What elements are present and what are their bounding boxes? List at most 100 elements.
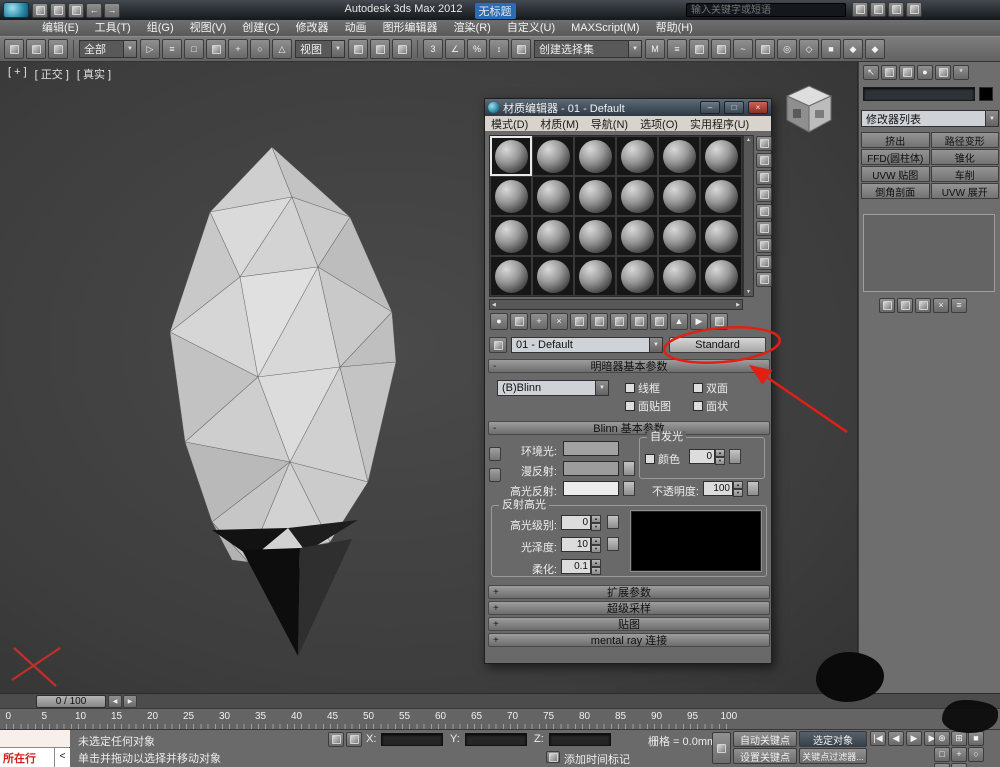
maxscript-mini-listener[interactable]: 所在行 < [0, 730, 70, 767]
rollout-shader-basic[interactable]: - 明暗器基本参数 [488, 359, 770, 373]
listener-expand-button[interactable]: < [55, 748, 70, 767]
self-illum-spinner[interactable]: ▲ ▼ [715, 449, 725, 465]
add-time-tag[interactable]: 添加时间标记 [564, 751, 630, 767]
reference-coordinate-combo[interactable]: 视图 ▼ [295, 40, 345, 58]
matedit-menu-utilities[interactable]: 实用程序(U) [684, 116, 755, 132]
object-name-field[interactable] [863, 87, 975, 101]
diffuse-map-button[interactable] [623, 461, 635, 476]
menu-rendering[interactable]: 渲染(R) [446, 20, 499, 36]
menu-modifiers[interactable]: 修改器 [288, 20, 337, 36]
open-file-icon[interactable] [50, 2, 66, 18]
show-map-icon[interactable] [630, 313, 648, 330]
chevron-down-icon[interactable]: ▼ [985, 111, 998, 126]
material-editor-titlebar[interactable]: 材质编辑器 - 01 - Default – □ × [485, 99, 771, 116]
modifier-preset-button[interactable]: 路径变形 [930, 132, 999, 148]
select-by-material-icon[interactable] [756, 255, 772, 270]
self-illum-map-button[interactable] [729, 449, 741, 464]
opacity-spinner[interactable]: ▲ ▼ [733, 481, 743, 497]
modifier-preset-button[interactable]: FFD(圆柱体) [861, 149, 930, 165]
face-map-checkbox[interactable]: 面贴图 [625, 398, 671, 414]
faceted-checkbox[interactable]: 面状 [693, 398, 728, 414]
maximize-button[interactable]: □ [724, 101, 744, 114]
x-coordinate-field[interactable] [381, 733, 443, 746]
orbit-icon[interactable]: ○ [968, 747, 984, 762]
key-filters-button[interactable]: 关键点过滤器... [799, 748, 867, 764]
go-forward-icon[interactable]: ▶ [690, 313, 708, 330]
menu-views[interactable]: 视图(V) [182, 20, 235, 36]
opacity-value-field[interactable]: 100 [703, 481, 733, 496]
rendered-frame-icon[interactable]: ■ [821, 39, 841, 59]
modifier-preset-button[interactable]: 锥化 [930, 149, 999, 165]
offset-mode-icon[interactable] [346, 732, 362, 747]
material-slot[interactable] [658, 216, 700, 256]
select-scale-icon[interactable]: △ [272, 39, 292, 59]
soften-spinner[interactable]: ▲ ▼ [591, 559, 601, 575]
show-end-result-stack-icon[interactable] [897, 298, 913, 313]
sample-horizontal-scrollbar[interactable]: ◀ ▶ [489, 299, 743, 310]
3ds-max-logo[interactable] [3, 2, 29, 18]
modifier-preset-button[interactable]: UVW 展开 [930, 183, 999, 199]
menu-group[interactable]: 组(G) [139, 20, 182, 36]
minimize-button[interactable]: – [700, 101, 720, 114]
material-name-combo[interactable]: 01 - Default ▼ [511, 337, 663, 353]
pick-color-dropper-icon[interactable] [489, 337, 507, 353]
material-id-icon[interactable] [610, 313, 628, 330]
select-object-icon[interactable]: ▷ [140, 39, 160, 59]
opacity-map-button[interactable] [747, 481, 759, 496]
reset-map-icon[interactable]: × [550, 313, 568, 330]
rollout-extended-parameters[interactable]: + 扩展参数 [488, 585, 770, 599]
chevron-down-icon[interactable]: ▼ [595, 381, 608, 395]
next-frame-icon[interactable]: ▶ [123, 695, 137, 708]
zoom-extents-icon[interactable]: ■ [968, 731, 984, 746]
zoom-icon[interactable]: ⊕ [934, 731, 950, 746]
viewport-pov-menu[interactable]: [ 正交 ] [35, 66, 69, 82]
keyboard-override-icon[interactable] [392, 39, 412, 59]
z-coordinate-field[interactable] [549, 733, 611, 746]
set-key-button[interactable]: 设置关键点 [733, 748, 797, 764]
material-slot[interactable] [616, 136, 658, 176]
search-input[interactable] [686, 3, 846, 17]
material-slot[interactable] [532, 256, 574, 296]
modifier-list-combo[interactable]: 修改器列表 ▼ [861, 110, 999, 127]
material-slot[interactable] [700, 216, 742, 256]
search-go-icon[interactable] [852, 2, 868, 17]
select-rotate-icon[interactable]: ○ [250, 39, 270, 59]
auto-key-button[interactable]: 自动关键点 [733, 731, 797, 747]
self-illum-value-field[interactable]: 0 [689, 449, 715, 464]
crossing-select-icon[interactable] [206, 39, 226, 59]
wireframe-checkbox[interactable]: 线框 [625, 380, 660, 396]
listener-macro-row[interactable] [0, 730, 70, 747]
scroll-right-icon[interactable]: ▶ [736, 302, 740, 308]
menu-tools[interactable]: 工具(T) [87, 20, 139, 36]
configure-sets-icon[interactable]: ≡ [951, 298, 967, 313]
curve-editor-icon[interactable]: ~ [733, 39, 753, 59]
pick-from-object-icon[interactable] [710, 313, 728, 330]
menu-customize[interactable]: 自定义(U) [499, 20, 563, 36]
self-illum-color-checkbox[interactable]: 颜色 [645, 451, 680, 467]
scroll-down-icon[interactable]: ▼ [746, 289, 751, 295]
object-color-swatch[interactable] [979, 87, 993, 101]
two-sided-checkbox[interactable]: 双面 [693, 380, 728, 396]
track-bar-ruler[interactable]: 0 5 10 15 20 25 30 35 40 45 50 55 60 65 70 75 80 85 90 95 10… [0, 709, 1000, 730]
redo-icon[interactable]: → [104, 2, 120, 18]
put-to-library-icon[interactable] [590, 313, 608, 330]
material-editor-icon[interactable]: ◎ [777, 39, 797, 59]
hierarchy-tab-icon[interactable] [899, 65, 915, 80]
previous-frame-icon[interactable]: ◀ [108, 695, 122, 708]
rollout-blinn-basic[interactable]: - Blinn 基本参数 [488, 421, 770, 435]
material-slot[interactable] [658, 136, 700, 176]
rect-select-icon[interactable]: □ [184, 39, 204, 59]
select-move-icon[interactable]: + [228, 39, 248, 59]
matedit-menu-material[interactable]: 材质(M) [534, 116, 585, 132]
ribbon-toggle-icon[interactable] [711, 39, 731, 59]
display-tab-icon[interactable] [935, 65, 951, 80]
close-button[interactable]: × [748, 101, 768, 114]
bind-to-spacewarp-icon[interactable] [48, 39, 68, 59]
material-slot[interactable] [532, 176, 574, 216]
material-map-navigator-icon[interactable] [756, 272, 772, 287]
rollout-mental-ray[interactable]: + mental ray 连接 [488, 633, 770, 647]
specular-color-swatch[interactable] [563, 481, 619, 496]
chevron-down-icon[interactable]: ▼ [649, 338, 662, 352]
material-slot[interactable] [616, 256, 658, 296]
selection-lock-icon[interactable] [328, 732, 344, 747]
